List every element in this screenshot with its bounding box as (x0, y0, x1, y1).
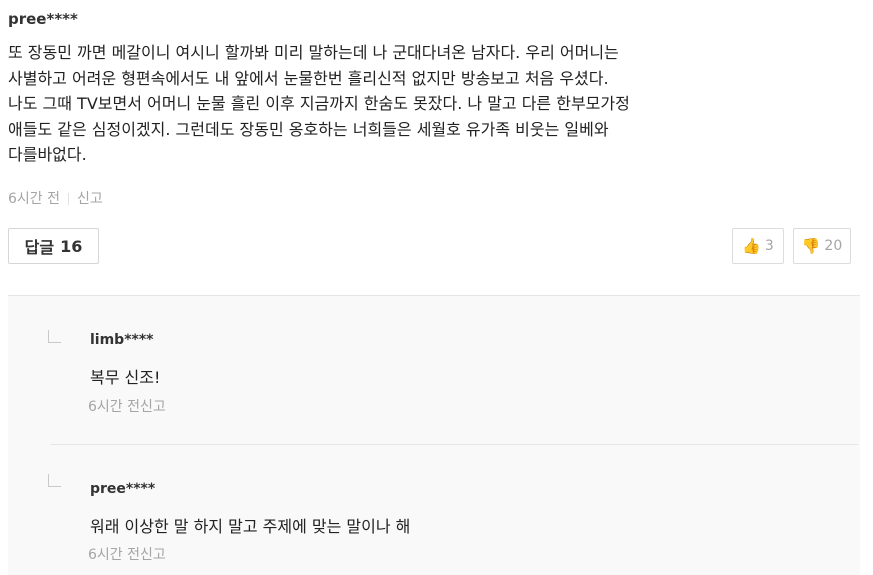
reply-author[interactable]: pree**** (90, 481, 155, 497)
reply-time: 6시간 전 (88, 399, 140, 415)
reply-meta: 6시간 전신고 (88, 544, 166, 564)
comment-author[interactable]: pree**** (8, 10, 78, 28)
report-link[interactable]: 신고 (77, 191, 103, 207)
reply-report-link[interactable]: 신고 (140, 547, 166, 563)
reply-count: 16 (60, 236, 83, 256)
reply-text: 복무 신조! (90, 368, 161, 387)
comment-time: 6시간 전 (8, 191, 60, 207)
meta-divider (68, 193, 69, 205)
reply-meta: 6시간 전신고 (88, 396, 166, 416)
reply-time: 6시간 전 (88, 547, 140, 563)
reply-indent-icon (48, 330, 61, 343)
comment-text: 또 장동민 까면 메갈이니 여시니 할까봐 미리 말하는데 나 군대다녀온 남자… (8, 43, 630, 164)
reply-label: 답글 (24, 238, 55, 257)
reply-author[interactable]: limb**** (90, 332, 154, 348)
reply-toggle-button[interactable]: 답글 16 (8, 228, 99, 264)
downvote-count: 20 (824, 238, 843, 254)
thumbs-down-icon: 👎 (801, 237, 821, 255)
reply-divider (50, 444, 858, 445)
upvote-button[interactable]: 👍 3 (732, 228, 784, 264)
comment-meta: 6시간 전 신고 (8, 188, 103, 208)
thumbs-up-icon: 👍 (742, 237, 761, 255)
downvote-button[interactable]: 👎 20 (793, 228, 851, 264)
replies-section: limb**** 복무 신조! 6시간 전신고 pree**** 워래 이상한 … (8, 295, 860, 575)
reply-indent-icon (48, 474, 61, 487)
reply-text: 워래 이상한 말 하지 말고 주제에 맞는 말이나 해 (90, 517, 411, 536)
upvote-count: 3 (764, 238, 774, 254)
reply-report-link[interactable]: 신고 (140, 399, 166, 415)
